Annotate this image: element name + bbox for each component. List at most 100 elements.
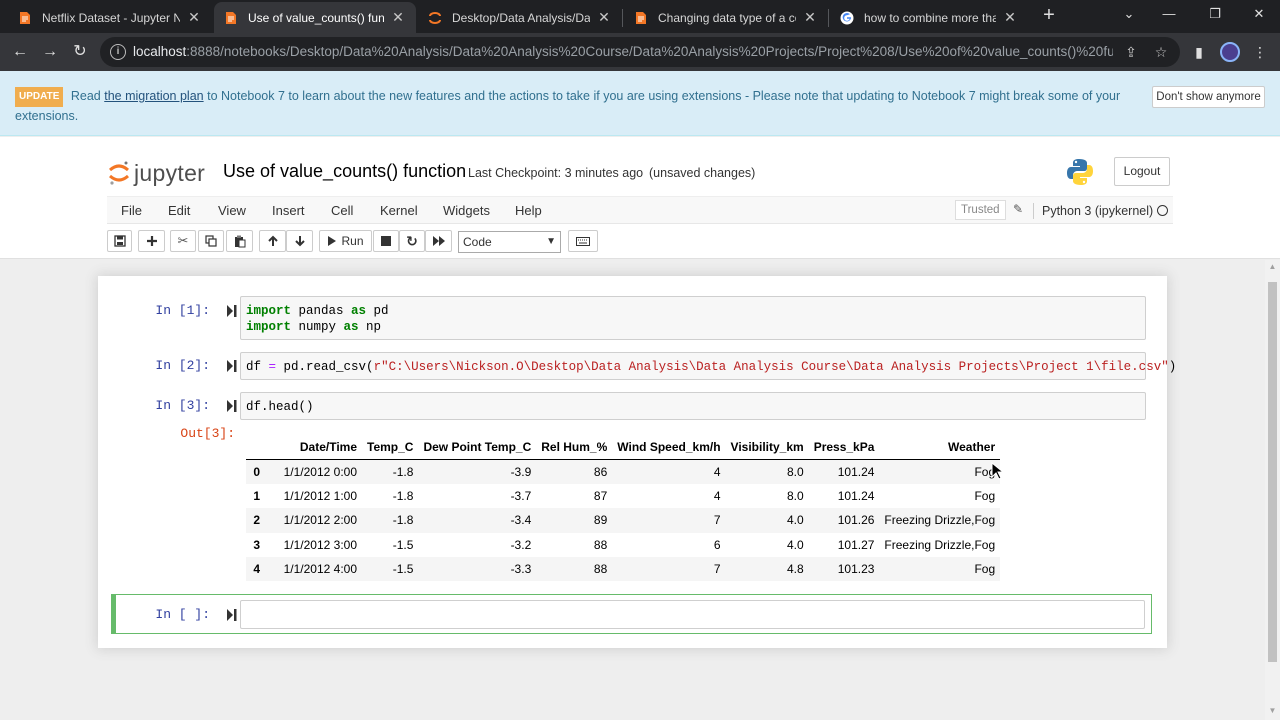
run-cell-icon[interactable] bbox=[227, 609, 237, 621]
run-cell-icon[interactable] bbox=[227, 400, 237, 412]
side-panel-icon[interactable]: ▮ bbox=[1189, 42, 1209, 62]
kernel-idle-indicator-icon bbox=[1157, 205, 1168, 216]
run-cell-icon[interactable] bbox=[227, 305, 237, 317]
column-header: Visibility_km bbox=[725, 435, 809, 460]
input-prompt: In [1]: bbox=[155, 303, 210, 318]
close-tab-icon[interactable]: ✕ bbox=[596, 9, 612, 26]
edit-pencil-icon[interactable]: ✎ bbox=[1013, 202, 1023, 216]
tab-divider bbox=[828, 9, 829, 27]
menu-kernel[interactable]: Kernel bbox=[380, 203, 418, 218]
browser-tab[interactable]: Netflix Dataset - Jupyter No ✕ bbox=[8, 2, 212, 33]
back-arrow-icon[interactable]: ← bbox=[8, 40, 32, 64]
command-palette-button[interactable] bbox=[568, 230, 598, 252]
insert-cell-button[interactable] bbox=[138, 230, 165, 252]
minimize-window-button[interactable]: — bbox=[1154, 4, 1184, 24]
code-cell-input[interactable]: import pandas as pd import numpy as np bbox=[240, 296, 1146, 340]
browser-tab[interactable]: how to combine more than ✕ bbox=[830, 2, 1028, 33]
save-button[interactable] bbox=[107, 230, 132, 252]
close-tab-icon[interactable]: ✕ bbox=[1002, 9, 1018, 26]
code-cell-input[interactable]: df = pd.read_csv(r"C:\Users\Nickson.O\De… bbox=[240, 352, 1176, 380]
jupyter-logo-icon bbox=[428, 11, 442, 25]
restart-kernel-button[interactable]: ↻ bbox=[399, 230, 425, 252]
table-row: 1 1/1/2012 1:00 -1.8 -3.7 87 4 8.0 101.2… bbox=[246, 484, 1000, 508]
notebook-title[interactable]: Use of value_counts() function bbox=[223, 161, 466, 182]
menu-help[interactable]: Help bbox=[515, 203, 542, 218]
table-cell: 4.0 bbox=[787, 513, 804, 528]
profile-avatar[interactable] bbox=[1220, 42, 1240, 62]
arrow-up-icon bbox=[267, 235, 278, 246]
url-text[interactable]: localhost:8888/notebooks/Desktop/Data%20… bbox=[133, 44, 1113, 59]
table-cell: Fog bbox=[974, 488, 996, 503]
move-cell-up-button[interactable] bbox=[259, 230, 286, 252]
table-cell: 1/1/2012 1:00 bbox=[283, 488, 357, 503]
update-badge: UPDATE bbox=[15, 87, 64, 107]
table-cell: Fog bbox=[974, 464, 996, 479]
vertical-scrollbar[interactable]: ▲ ▼ bbox=[1265, 260, 1280, 720]
reload-icon[interactable]: ↻ bbox=[68, 40, 92, 64]
browser-tab[interactable]: Desktop/Data Analysis/Data ✕ bbox=[418, 2, 622, 33]
mouse-pointer-icon bbox=[991, 462, 1003, 480]
run-cell-button[interactable]: Run bbox=[319, 230, 372, 252]
menu-insert[interactable]: Insert bbox=[272, 203, 305, 218]
dataframe-output: Date/Time Temp_C Dew Point Temp_C Rel Hu… bbox=[246, 435, 1001, 582]
menu-file[interactable]: File bbox=[121, 203, 142, 218]
scissors-icon: ✂ bbox=[177, 233, 189, 248]
more-menu-icon[interactable]: ⋮ bbox=[1250, 42, 1270, 62]
close-window-button[interactable]: ✕ bbox=[1244, 4, 1274, 24]
dont-show-anymore-button[interactable]: Don't show anymore bbox=[1152, 86, 1265, 108]
scroll-down-arrow-icon[interactable]: ▼ bbox=[1268, 706, 1277, 716]
stop-icon bbox=[381, 236, 391, 246]
kernel-name[interactable]: Python 3 (ipykernel) bbox=[1033, 203, 1153, 219]
trusted-indicator[interactable]: Trusted bbox=[955, 200, 1006, 220]
site-info-icon[interactable]: i bbox=[110, 44, 126, 60]
table-cell: -1.5 bbox=[392, 562, 414, 577]
scrollbar-thumb[interactable] bbox=[1268, 282, 1277, 662]
table-cell: 101.26 bbox=[837, 513, 875, 528]
google-icon bbox=[840, 11, 854, 25]
paste-icon bbox=[234, 235, 245, 247]
row-index: 1 bbox=[253, 488, 260, 503]
table-cell: 8.0 bbox=[787, 488, 804, 503]
menu-cell[interactable]: Cell bbox=[331, 203, 353, 218]
table-cell: 86 bbox=[593, 464, 608, 479]
run-cell-icon[interactable] bbox=[227, 360, 237, 372]
forward-arrow-icon[interactable]: → bbox=[38, 40, 62, 64]
row-index: 0 bbox=[253, 464, 260, 479]
close-tab-icon[interactable]: ✕ bbox=[802, 9, 818, 26]
tab-search-icon[interactable]: ⌄ bbox=[1114, 4, 1144, 24]
autosave-status: (unsaved changes) bbox=[649, 166, 756, 180]
browser-tab-active[interactable]: Use of value_counts() functi ✕ bbox=[214, 2, 416, 33]
copy-cell-button[interactable] bbox=[198, 230, 224, 252]
new-tab-button[interactable]: + bbox=[1038, 4, 1060, 26]
move-cell-down-button[interactable] bbox=[286, 230, 313, 252]
interrupt-kernel-button[interactable] bbox=[373, 230, 399, 252]
close-tab-icon[interactable]: ✕ bbox=[186, 9, 202, 26]
address-bar[interactable]: i localhost:8888/notebooks/Desktop/Data%… bbox=[100, 37, 1180, 67]
copy-icon bbox=[205, 235, 217, 247]
logout-button[interactable]: Logout bbox=[1114, 157, 1170, 186]
scroll-up-arrow-icon[interactable]: ▲ bbox=[1268, 262, 1277, 272]
maximize-window-button[interactable]: ❐ bbox=[1200, 4, 1230, 24]
cut-cell-button[interactable]: ✂ bbox=[170, 230, 196, 252]
fast-forward-icon bbox=[432, 236, 445, 246]
close-tab-icon[interactable]: ✕ bbox=[390, 9, 406, 26]
paste-cell-button[interactable] bbox=[226, 230, 253, 252]
row-index: 3 bbox=[253, 537, 260, 552]
bookmark-star-icon[interactable]: ☆ bbox=[1152, 43, 1170, 61]
menu-widgets[interactable]: Widgets bbox=[443, 203, 490, 218]
table-cell: 4 bbox=[713, 464, 721, 479]
table-cell: 4.0 bbox=[787, 537, 804, 552]
cell-type-select[interactable]: Code ▼ bbox=[458, 231, 561, 253]
code-cell-input[interactable]: df.head() bbox=[240, 392, 1146, 420]
menu-view[interactable]: View bbox=[218, 203, 246, 218]
browser-toolbar: ← → ↻ i localhost:8888/notebooks/Desktop… bbox=[0, 33, 1280, 71]
menu-edit[interactable]: Edit bbox=[168, 203, 190, 218]
tab-divider bbox=[622, 9, 623, 27]
share-icon[interactable]: ⇪ bbox=[1122, 43, 1140, 61]
jupyter-logo[interactable]: jupyter bbox=[108, 159, 205, 187]
code-cell-input[interactable] bbox=[240, 600, 1145, 629]
browser-tab[interactable]: Changing data type of a col ✕ bbox=[624, 2, 828, 33]
table-cell: 4 bbox=[713, 488, 721, 503]
migration-plan-link[interactable]: the migration plan bbox=[104, 89, 203, 103]
restart-run-all-button[interactable] bbox=[425, 230, 452, 252]
